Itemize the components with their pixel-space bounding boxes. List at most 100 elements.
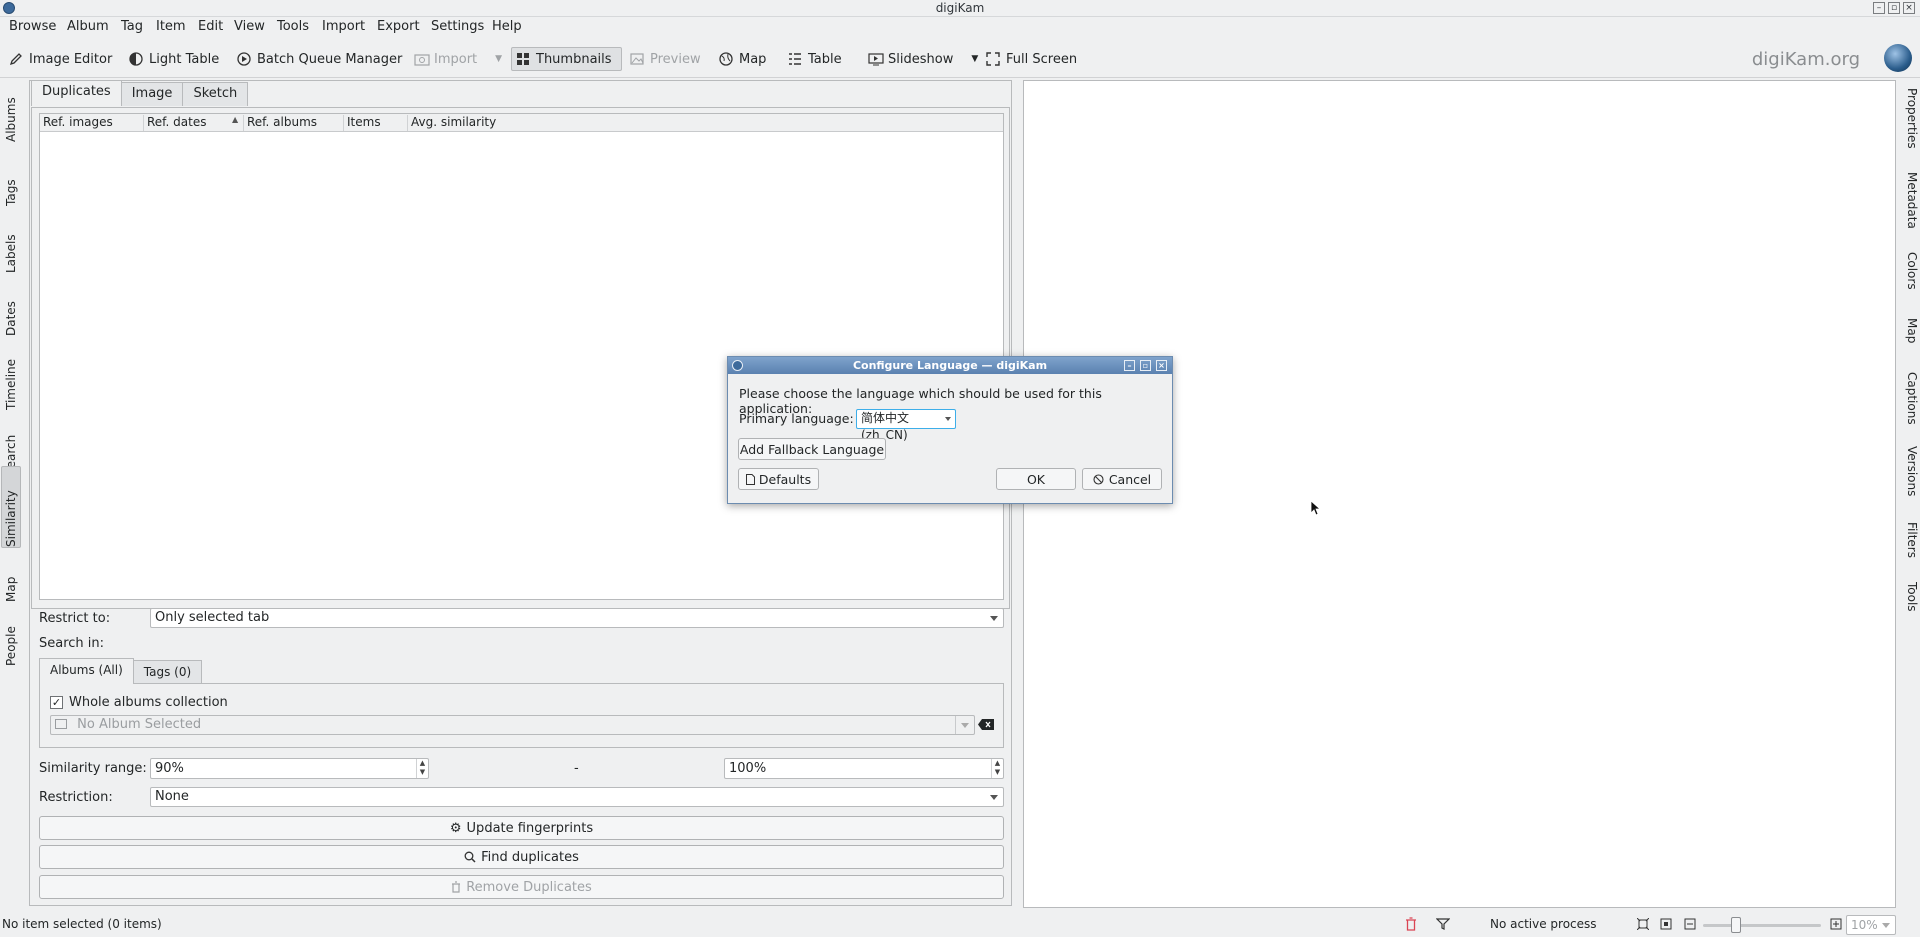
col-ref-images[interactable]: Ref. images (40, 115, 144, 131)
import-dropdown-icon[interactable]: ▼ (495, 54, 502, 64)
dialog-maximize-icon[interactable]: ▫ (1140, 360, 1151, 371)
find-duplicates-button[interactable]: Find duplicates (39, 845, 1004, 869)
sidebar-tab-labels[interactable]: Labels (1, 213, 21, 273)
col-avg-similarity[interactable]: Avg. similarity (408, 115, 608, 131)
tab-albums-all[interactable]: Albums (All) (39, 658, 134, 684)
right-tab-captions[interactable]: Captions (1899, 372, 1919, 425)
sidebar-tab-map[interactable]: Map (1, 554, 21, 602)
cancel-button[interactable]: Cancel (1082, 468, 1162, 490)
similarity-min-spinbox[interactable]: 90% ▲ ▼ (150, 758, 429, 779)
dialog-close-icon[interactable]: × (1156, 360, 1167, 371)
range-separator: - (574, 761, 579, 776)
right-tab-properties[interactable]: Properties (1899, 88, 1919, 149)
trash-icon[interactable] (1405, 917, 1417, 931)
batch-queue-button[interactable]: Batch Queue Manager (233, 47, 406, 71)
restore-icon[interactable]: ▫ (1888, 2, 1900, 14)
sidebar-tab-tags[interactable]: Tags (1, 150, 21, 206)
menu-help[interactable]: Help (492, 19, 522, 34)
menubar: Browse Album Tag Item Edit View Tools Im… (0, 17, 1920, 39)
zoom-slider-handle[interactable] (1731, 917, 1741, 933)
menu-item[interactable]: Item (156, 19, 186, 34)
image-editor-button[interactable]: Image Editor (5, 47, 116, 71)
slideshow-button[interactable]: Slideshow ▼ (864, 47, 982, 71)
zoom-to-fit-icon[interactable] (1637, 918, 1649, 930)
restrict-to-combo[interactable]: Only selected tab (150, 608, 1004, 628)
zoom-out-icon[interactable] (1684, 918, 1696, 930)
sort-ascending-icon: ▲ (232, 115, 239, 124)
table-button[interactable]: Table (784, 47, 846, 71)
right-tab-colors[interactable]: Colors (1899, 252, 1919, 290)
col-ref-albums[interactable]: Ref. albums (244, 115, 344, 131)
slideshow-dropdown-icon[interactable]: ▼ (971, 54, 978, 64)
defaults-button[interactable]: Defaults (738, 468, 819, 490)
sidebar-tab-timeline-label: Timeline (4, 358, 18, 410)
album-select-combo[interactable]: No Album Selected (50, 715, 975, 735)
sidebar-tab-labels-label: Labels (4, 234, 18, 273)
chevron-down-icon (961, 723, 969, 728)
thumbnails-button[interactable]: Thumbnails (511, 47, 622, 71)
filter-icon[interactable] (1436, 918, 1450, 930)
zoom-combo[interactable]: 10% (1846, 915, 1896, 935)
sidebar-tab-albums[interactable]: Albums (1, 80, 21, 142)
clear-icon[interactable] (978, 719, 994, 730)
map-button[interactable]: Map (715, 47, 770, 71)
minimize-icon[interactable]: – (1873, 2, 1885, 14)
right-tab-tools[interactable]: Tools (1899, 582, 1919, 612)
col-items[interactable]: Items (344, 115, 408, 131)
add-fallback-language-button[interactable]: Add Fallback Language (738, 438, 886, 460)
menu-browse[interactable]: Browse (9, 19, 56, 34)
tab-duplicates[interactable]: Duplicates (31, 80, 122, 106)
tab-tags[interactable]: Tags (0) (132, 660, 203, 684)
menu-tools[interactable]: Tools (277, 19, 309, 34)
image-icon (630, 52, 644, 66)
primary-language-label: Primary language: (739, 411, 854, 426)
menu-view[interactable]: View (234, 19, 265, 34)
dialog-titlebar: Configure Language — digiKam – ▫ × (728, 357, 1172, 374)
sidebar-tab-timeline[interactable]: Timeline (1, 342, 21, 410)
similarity-max-spinbox[interactable]: 100% ▲ ▼ (724, 758, 1004, 779)
tab-image[interactable]: Image (120, 82, 184, 106)
spin-arrows-icon[interactable]: ▲ ▼ (416, 759, 428, 778)
digikam-logo-text: digiKam.org (1751, 49, 1860, 70)
remove-duplicates-button[interactable]: Remove Duplicates (39, 875, 1004, 899)
close-icon[interactable]: × (1903, 2, 1915, 14)
full-screen-button[interactable]: Full Screen (982, 47, 1081, 71)
light-table-button[interactable]: Light Table (125, 47, 223, 71)
spin-arrows-icon[interactable]: ▲ ▼ (991, 759, 1003, 778)
menu-import[interactable]: Import (322, 19, 365, 34)
similarity-max-value: 100% (729, 761, 767, 776)
primary-language-combo[interactable]: 简体中文 (zh_CN) (856, 409, 956, 442)
slideshow-icon (868, 52, 884, 66)
gear-icon: ⚙ (449, 820, 462, 836)
update-fingerprints-button[interactable]: ⚙ Update fingerprints (39, 816, 1004, 840)
col-ref-dates[interactable]: Ref. dates (144, 115, 244, 131)
zoom-in-icon[interactable] (1830, 918, 1842, 930)
right-tab-metadata[interactable]: Metadata (1899, 172, 1919, 229)
sidebar-tab-people[interactable]: People (1, 606, 21, 666)
right-tab-filters[interactable]: Filters (1899, 522, 1919, 558)
preview-button[interactable]: Preview (626, 47, 705, 71)
sidebar-tab-similarity-label: Similarity (4, 490, 18, 547)
menu-edit[interactable]: Edit (198, 19, 223, 34)
right-tab-map[interactable]: Map (1899, 318, 1919, 343)
chevron-down-icon (990, 616, 998, 621)
zoom-slider[interactable] (1703, 924, 1821, 927)
right-tab-versions[interactable]: Versions (1899, 446, 1919, 496)
ok-button[interactable]: OK (996, 468, 1076, 490)
camera-icon (414, 52, 430, 66)
dialog-minimize-icon[interactable]: – (1124, 360, 1135, 371)
sidebar-tab-similarity[interactable]: Similarity (1, 466, 21, 548)
map-label: Map (739, 51, 767, 67)
menu-export[interactable]: Export (377, 19, 420, 34)
sidebar-tab-dates[interactable]: Dates (1, 278, 21, 336)
chevron-down-icon (945, 417, 951, 421)
menu-tag[interactable]: Tag (121, 19, 143, 34)
menu-album[interactable]: Album (67, 19, 109, 34)
import-button[interactable]: Import ▼ (410, 47, 506, 71)
menu-settings[interactable]: Settings (431, 19, 484, 34)
grid-icon (516, 52, 530, 66)
whole-collection-checkbox[interactable]: ✓ (50, 696, 63, 709)
restriction-combo[interactable]: None (150, 787, 1004, 807)
zoom-100-icon[interactable] (1660, 918, 1672, 930)
tab-sketch[interactable]: Sketch (182, 82, 249, 106)
